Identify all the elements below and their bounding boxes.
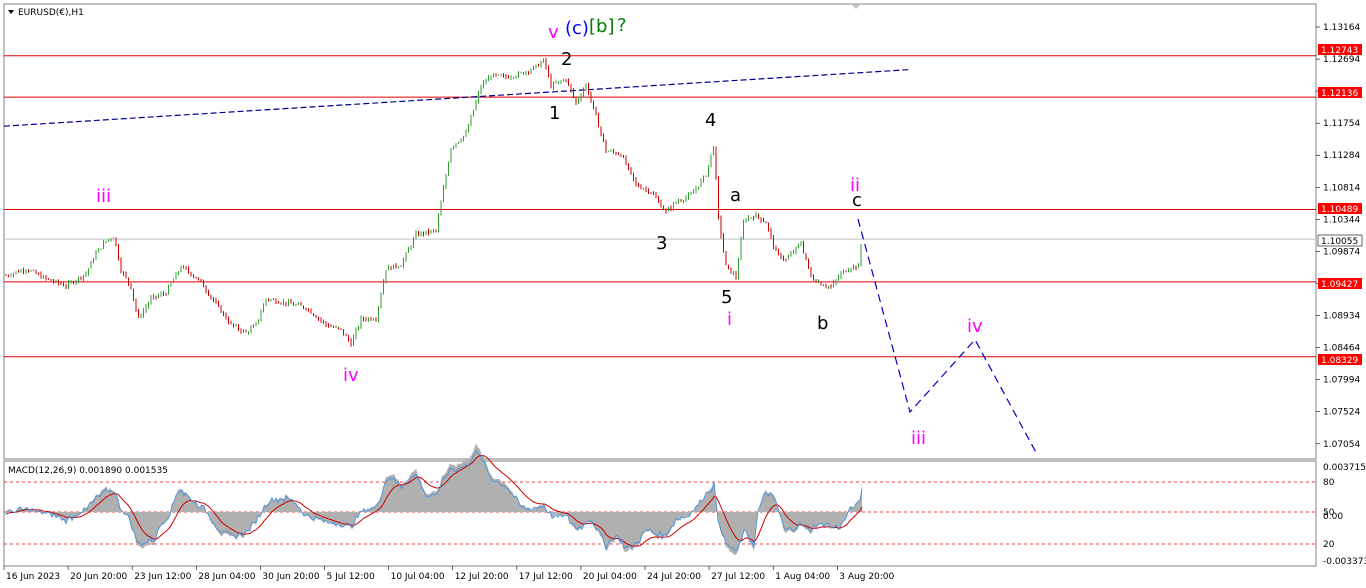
wave-label-iii-proj: iii [911, 428, 926, 449]
wave-label-a: a [730, 185, 741, 206]
wave-label-c-blue: (c) [565, 18, 589, 39]
y-tick-label: 1.08934 [1323, 312, 1360, 322]
chart-window[interactable]: EURUSD(€),H1 MACD(12,26,9) 0.001890 0.00… [0, 0, 1366, 588]
level-label: 1.08329 [1318, 354, 1362, 366]
y-tick-label: 1.12694 [1323, 55, 1360, 65]
x-tick-label: 23 Jun 12:00 [134, 572, 191, 582]
level-label-text: 1.09427 [1321, 280, 1358, 290]
current-price-label: 1.10055 [1317, 234, 1363, 247]
y-tick-label: 1.11284 [1323, 151, 1360, 161]
x-tick-label: 28 Jun 04:00 [198, 572, 255, 582]
wave-label-iii-left: iii [96, 186, 111, 207]
wave-label-ii: ii [850, 175, 860, 196]
macd-y-label: 0.003715 [1323, 463, 1366, 473]
x-tick-label: 30 Jun 20:00 [262, 572, 319, 582]
wave-label-1: 1 [549, 103, 560, 124]
wave-label-iv-left: iv [343, 365, 359, 386]
x-tick-label: 20 Jul 04:00 [583, 572, 637, 582]
macd-y-label: -0.003373 [1323, 557, 1366, 567]
wave-label-2: 2 [561, 49, 572, 70]
y-tick-label: 1.08464 [1323, 344, 1360, 354]
y-tick-label: 1.10814 [1323, 183, 1360, 193]
wave-label-4: 4 [705, 110, 716, 131]
wave-label-b-green: [b] [589, 16, 614, 37]
macd-y-label: 20 [1323, 540, 1335, 550]
wave-label-question: ? [617, 15, 627, 36]
wave-label-iv-proj: iv [967, 316, 983, 337]
y-tick-label: 1.09874 [1323, 247, 1360, 257]
macd-title: MACD(12,26,9) 0.001890 0.001535 [8, 466, 168, 476]
level-label: 1.09427 [1318, 278, 1362, 290]
y-tick-label: 1.10344 [1323, 215, 1360, 225]
chart-title: EURUSD(€),H1 [18, 8, 84, 18]
level-label: 1.12136 [1318, 87, 1362, 99]
x-tick-label: 17 Jul 12:00 [519, 572, 573, 582]
macd-y-label: 0.00 [1323, 512, 1343, 522]
x-tick-label: 24 Jul 20:00 [647, 572, 701, 582]
y-tick-label: 1.07994 [1323, 376, 1360, 386]
level-label-text: 1.10489 [1321, 205, 1358, 215]
current-price-text: 1.10055 [1321, 237, 1358, 247]
wave-label-i: i [727, 309, 732, 330]
x-tick-label: 1 Aug 04:00 [775, 572, 830, 582]
x-tick-label: 3 Aug 20:00 [839, 572, 894, 582]
wave-label-3: 3 [656, 233, 667, 254]
x-tick-label: 27 Jul 12:00 [711, 572, 765, 582]
wave-label-v-top: v [548, 22, 559, 43]
level-label: 1.12743 [1318, 44, 1362, 56]
level-label-text: 1.12136 [1321, 89, 1358, 99]
y-tick-label: 1.11754 [1323, 119, 1360, 129]
macd-y-label: 80 [1323, 478, 1335, 488]
y-tick-label: 1.07524 [1323, 408, 1360, 418]
y-tick-label: 1.13164 [1323, 23, 1360, 33]
level-label-text: 1.08329 [1321, 356, 1358, 366]
x-tick-label: 16 Jun 2023 [6, 572, 60, 582]
x-tick-label: 10 Jul 04:00 [391, 572, 445, 582]
level-label: 1.10489 [1318, 203, 1362, 215]
wave-label-5: 5 [721, 287, 732, 308]
x-tick-label: 5 Jul 12:00 [327, 572, 376, 582]
wave-label-b: b [817, 313, 828, 334]
level-label-text: 1.12743 [1321, 46, 1358, 56]
x-tick-label: 12 Jul 20:00 [455, 572, 509, 582]
y-tick-label: 1.07054 [1323, 440, 1360, 450]
main-panel[interactable] [3, 3, 1317, 460]
x-tick-label: 20 Jun 20:00 [70, 572, 127, 582]
